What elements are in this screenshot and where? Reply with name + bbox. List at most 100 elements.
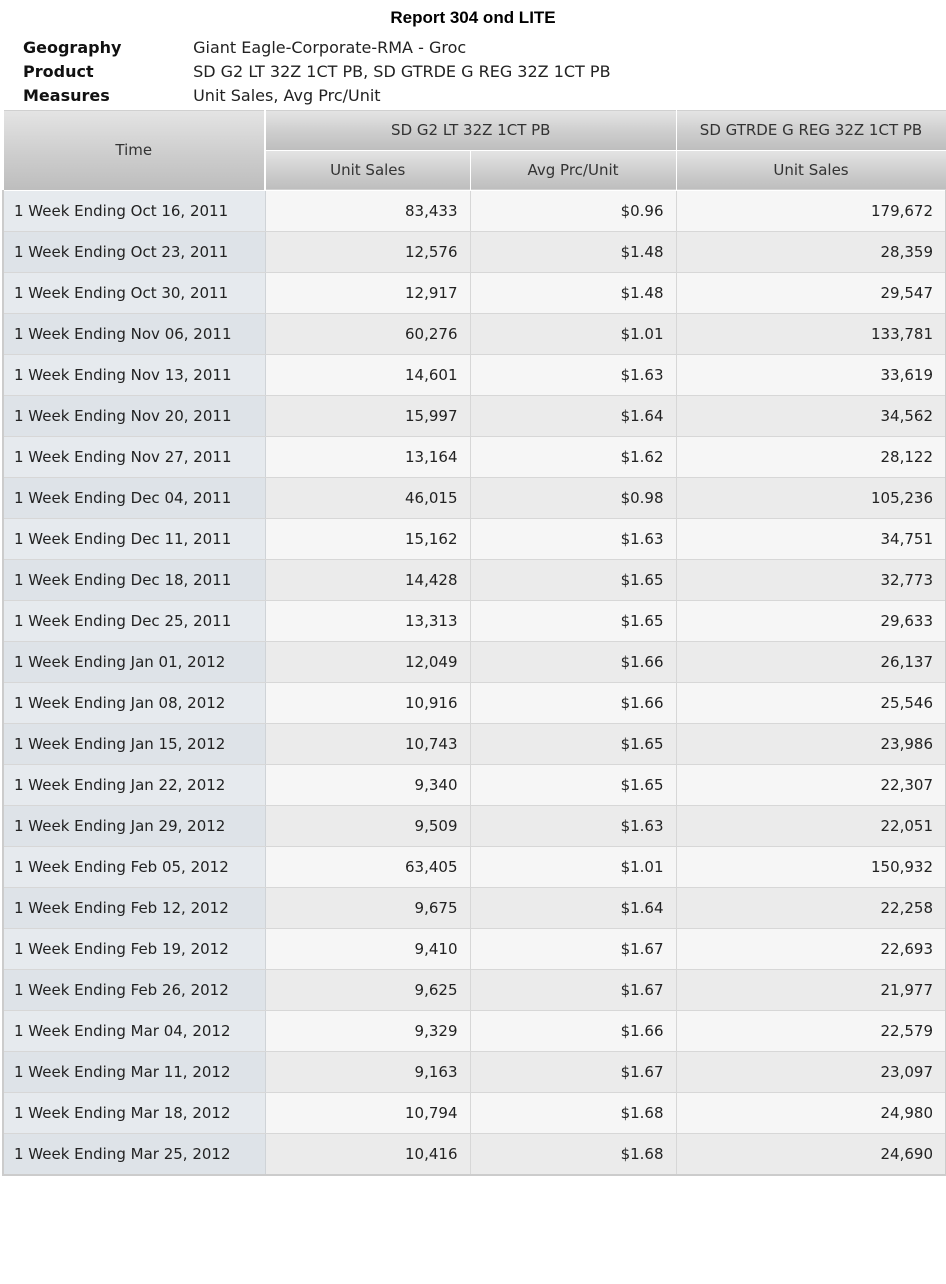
avg-price-cell: $0.96	[470, 190, 677, 232]
meta-label: Product	[23, 62, 94, 81]
time-cell: 1 Week Ending Feb 05, 2012	[2, 846, 266, 888]
time-cell: 1 Week Ending Mar 04, 2012	[2, 1010, 266, 1052]
unit-sales-cell: 28,359	[676, 231, 946, 273]
avg-price-cell: $1.64	[470, 887, 677, 929]
unit-sales-cell: 26,137	[676, 641, 946, 683]
meta-value: SD G2 LT 32Z 1CT PB, SD GTRDE G REG 32Z …	[193, 62, 611, 81]
table-row: 1 Week Ending Nov 13, 2011 14,601 $1.63 33,…	[2, 354, 946, 396]
table-row: 1 Week Ending Feb 19, 2012 9,410 $1.67 22,6…	[2, 928, 946, 970]
meta-label: Measures	[23, 86, 110, 105]
time-cell: 1 Week Ending Mar 11, 2012	[2, 1051, 266, 1093]
report-title: Report 304 ond LITE	[390, 8, 556, 27]
meta-row-geography: Geography Giant Eagle-Corporate-RMA - Gr…	[23, 37, 611, 61]
unit-sales-cell: 29,547	[676, 272, 946, 314]
column-header-product-1[interactable]: SD G2 LT 32Z 1CT PB	[264, 109, 677, 151]
time-cell: 1 Week Ending Oct 16, 2011	[2, 190, 266, 232]
time-cell: 1 Week Ending Feb 12, 2012	[2, 887, 266, 929]
avg-price-cell: $1.65	[470, 723, 677, 765]
unit-sales-cell: 10,743	[265, 723, 471, 765]
unit-sales-cell: 12,917	[265, 272, 471, 314]
unit-sales-cell: 24,690	[676, 1133, 946, 1176]
unit-sales-cell: 34,751	[676, 518, 946, 560]
column-header-time[interactable]: Time	[2, 109, 266, 191]
unit-sales-cell: 32,773	[676, 559, 946, 601]
avg-price-cell: $0.98	[470, 477, 677, 519]
time-cell: 1 Week Ending Jan 01, 2012	[2, 641, 266, 683]
column-header-unit-sales-2[interactable]: Unit Sales	[675, 149, 946, 191]
time-cell: 1 Week Ending Dec 11, 2011	[2, 518, 266, 560]
avg-price-cell: $1.67	[470, 928, 677, 970]
unit-sales-cell: 12,049	[265, 641, 471, 683]
unit-sales-cell: 9,329	[265, 1010, 471, 1052]
column-header-unit-sales-1[interactable]: Unit Sales	[264, 149, 471, 191]
unit-sales-cell: 83,433	[265, 190, 471, 232]
time-cell: 1 Week Ending Jan 15, 2012	[2, 723, 266, 765]
table-row: 1 Week Ending Dec 25, 2011 13,313 $1.65 29,…	[2, 600, 946, 642]
avg-price-cell: $1.01	[470, 313, 677, 355]
time-cell: 1 Week Ending Dec 18, 2011	[2, 559, 266, 601]
avg-price-cell: $1.66	[470, 682, 677, 724]
table-row: 1 Week Ending Dec 04, 2011 46,015 $0.98 105…	[2, 477, 946, 519]
table-row: 1 Week Ending Mar 25, 2012 10,416 $1.68 24,…	[2, 1133, 946, 1176]
avg-price-cell: $1.65	[470, 600, 677, 642]
column-header-avg-price[interactable]: Avg Prc/Unit	[469, 149, 677, 191]
time-cell: 1 Week Ending Jan 29, 2012	[2, 805, 266, 847]
unit-sales-cell: 10,794	[265, 1092, 471, 1134]
time-cell: 1 Week Ending Dec 25, 2011	[2, 600, 266, 642]
unit-sales-cell: 28,122	[676, 436, 946, 478]
avg-price-cell: $1.48	[470, 231, 677, 273]
header-row-products: Time SD G2 LT 32Z 1CT PB SD GTRDE G REG …	[2, 109, 946, 191]
unit-sales-cell: 22,051	[676, 805, 946, 847]
unit-sales-cell: 10,416	[265, 1133, 471, 1176]
unit-sales-cell: 12,576	[265, 231, 471, 273]
unit-sales-cell: 22,693	[676, 928, 946, 970]
avg-price-cell: $1.63	[470, 805, 677, 847]
avg-price-cell: $1.64	[470, 395, 677, 437]
table-row: 1 Week Ending Nov 06, 2011 60,276 $1.01 133…	[2, 313, 946, 355]
avg-price-cell: $1.63	[470, 354, 677, 396]
unit-sales-cell: 9,163	[265, 1051, 471, 1093]
unit-sales-cell: 46,015	[265, 477, 471, 519]
time-cell: 1 Week Ending Jan 22, 2012	[2, 764, 266, 806]
avg-price-cell: $1.62	[470, 436, 677, 478]
unit-sales-cell: 13,164	[265, 436, 471, 478]
unit-sales-cell: 33,619	[676, 354, 946, 396]
avg-price-cell: $1.01	[470, 846, 677, 888]
unit-sales-cell: 63,405	[265, 846, 471, 888]
column-header-product-2[interactable]: SD GTRDE G REG 32Z 1CT PB	[675, 109, 946, 151]
unit-sales-cell: 60,276	[265, 313, 471, 355]
unit-sales-cell: 9,625	[265, 969, 471, 1011]
time-cell: 1 Week Ending Nov 13, 2011	[2, 354, 266, 396]
unit-sales-cell: 10,916	[265, 682, 471, 724]
table-row: 1 Week Ending Jan 01, 2012 12,049 $1.66 26,…	[2, 641, 946, 683]
unit-sales-cell: 9,410	[265, 928, 471, 970]
unit-sales-cell: 21,977	[676, 969, 946, 1011]
time-cell: 1 Week Ending Feb 26, 2012	[2, 969, 266, 1011]
report-table: Time SD G2 LT 32Z 1CT PB SD GTRDE G REG …	[2, 109, 946, 1176]
unit-sales-cell: 23,097	[676, 1051, 946, 1093]
unit-sales-cell: 133,781	[676, 313, 946, 355]
meta-label: Geography	[23, 38, 122, 57]
unit-sales-cell: 9,340	[265, 764, 471, 806]
time-cell: 1 Week Ending Mar 18, 2012	[2, 1092, 266, 1134]
time-cell: 1 Week Ending Oct 30, 2011	[2, 272, 266, 314]
table-row: 1 Week Ending Feb 05, 2012 63,405 $1.01 150…	[2, 846, 946, 888]
meta-value: Unit Sales, Avg Prc/Unit	[193, 86, 381, 105]
unit-sales-cell: 13,313	[265, 600, 471, 642]
meta-row-measures: Measures Unit Sales, Avg Prc/Unit	[23, 85, 611, 109]
table-row: 1 Week Ending Dec 11, 2011 15,162 $1.63 34,…	[2, 518, 946, 560]
table-row: 1 Week Ending Jan 15, 2012 10,743 $1.65 23,…	[2, 723, 946, 765]
avg-price-cell: $1.67	[470, 1051, 677, 1093]
avg-price-cell: $1.68	[470, 1133, 677, 1176]
table-row: 1 Week Ending Nov 27, 2011 13,164 $1.62 28,…	[2, 436, 946, 478]
avg-price-cell: $1.66	[470, 641, 677, 683]
avg-price-cell: $1.63	[470, 518, 677, 560]
time-cell: 1 Week Ending Mar 25, 2012	[2, 1133, 266, 1176]
unit-sales-cell: 29,633	[676, 600, 946, 642]
table-row: 1 Week Ending Jan 22, 2012 9,340 $1.65 22,3…	[2, 764, 946, 806]
table-row: 1 Week Ending Feb 26, 2012 9,625 $1.67 21,9…	[2, 969, 946, 1011]
unit-sales-cell: 22,579	[676, 1010, 946, 1052]
time-cell: 1 Week Ending Nov 27, 2011	[2, 436, 266, 478]
table-row: 1 Week Ending Jan 29, 2012 9,509 $1.63 22,0…	[2, 805, 946, 847]
unit-sales-cell: 179,672	[676, 190, 946, 232]
